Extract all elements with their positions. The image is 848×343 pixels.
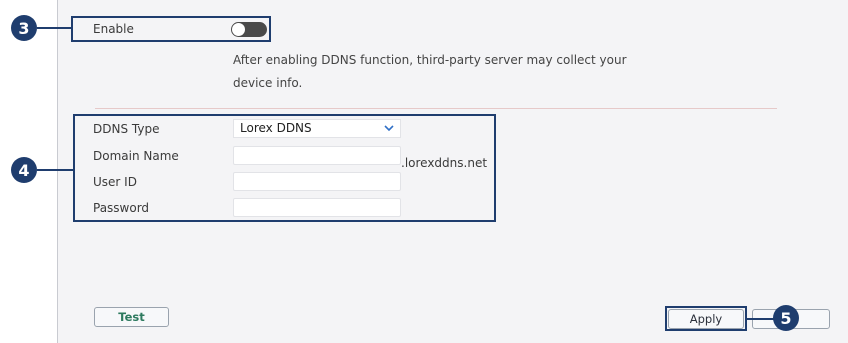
toggle-knob bbox=[232, 23, 245, 36]
user-id-label: User ID bbox=[93, 175, 137, 189]
test-button[interactable]: Test bbox=[94, 307, 169, 327]
ddns-type-value: Lorex DDNS bbox=[240, 121, 312, 135]
domain-suffix: .lorexddns.net bbox=[401, 156, 488, 170]
enable-toggle[interactable] bbox=[231, 22, 267, 37]
apply-button[interactable]: Apply bbox=[668, 309, 744, 329]
callout-4-number: 4 bbox=[18, 160, 30, 180]
callout-3-badge: 3 bbox=[11, 15, 37, 41]
user-id-field[interactable] bbox=[233, 172, 401, 191]
callout-4-badge: 4 bbox=[11, 157, 37, 183]
section-divider bbox=[95, 108, 777, 109]
privacy-notice: After enabling DDNS function, third-part… bbox=[233, 49, 627, 95]
ddns-type-select[interactable]: Lorex DDNS bbox=[233, 119, 401, 138]
domain-name-label: Domain Name bbox=[93, 149, 179, 163]
notice-line-1: After enabling DDNS function, third-part… bbox=[233, 53, 627, 67]
callout-3-number: 3 bbox=[18, 18, 30, 38]
domain-name-field[interactable] bbox=[233, 146, 401, 165]
callout-3-leader bbox=[37, 27, 71, 29]
callout-5-badge: 5 bbox=[773, 305, 799, 331]
callout-5-leader bbox=[746, 318, 774, 320]
chevron-down-icon bbox=[384, 125, 394, 132]
enable-label: Enable bbox=[93, 22, 134, 36]
callout-4-leader bbox=[37, 169, 73, 171]
ddns-type-label: DDNS Type bbox=[93, 122, 160, 136]
notice-line-2: device info. bbox=[233, 76, 303, 90]
password-label: Password bbox=[93, 201, 150, 215]
callout-5-number: 5 bbox=[780, 308, 792, 328]
password-field[interactable] bbox=[233, 198, 401, 217]
